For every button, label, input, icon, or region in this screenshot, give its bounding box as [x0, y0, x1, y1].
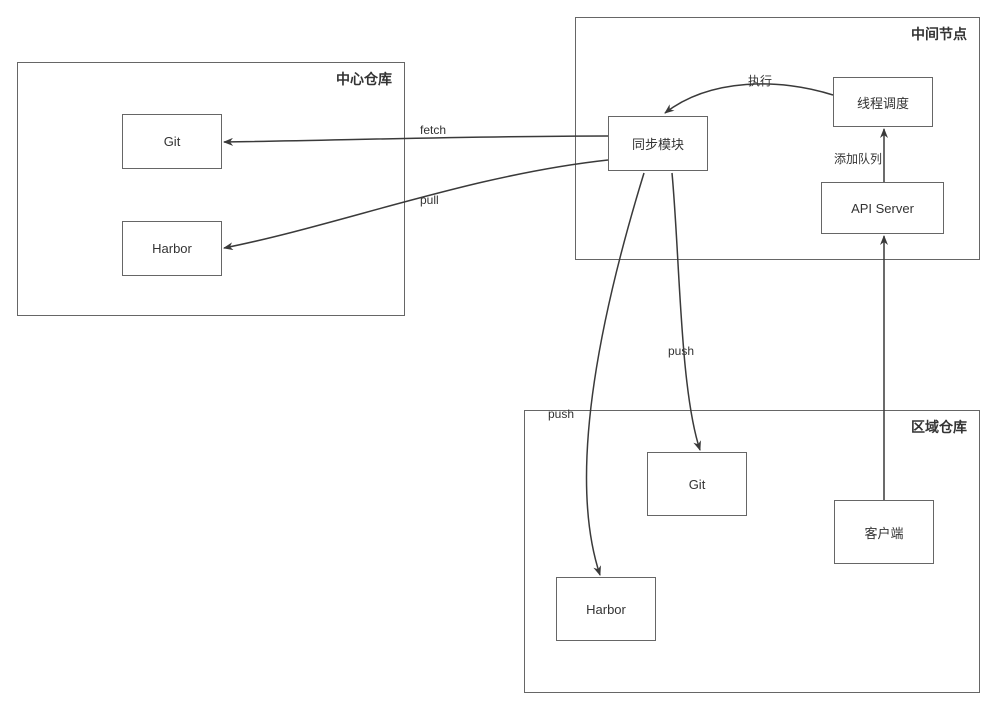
node-central-harbor: Harbor: [122, 221, 222, 276]
label-fetch: fetch: [420, 123, 446, 137]
node-api-server: API Server: [821, 182, 944, 234]
label-add-queue: 添加队列: [834, 150, 882, 167]
node-sync-module: 同步模块: [608, 116, 708, 171]
label-pull: pull: [420, 193, 439, 207]
title-middle-node: 中间节点: [911, 24, 967, 44]
container-central-repo: 中心仓库: [17, 62, 405, 316]
title-central-repo: 中心仓库: [336, 69, 392, 89]
node-client: 客户端: [834, 500, 934, 564]
label-push-harbor: push: [548, 407, 574, 421]
title-regional-repo: 区域仓库: [911, 417, 967, 437]
label-push-git: push: [668, 344, 694, 358]
node-thread-sched: 线程调度: [833, 77, 933, 127]
node-central-git: Git: [122, 114, 222, 169]
label-execute: 执行: [748, 72, 772, 89]
node-regional-git: Git: [647, 452, 747, 516]
node-regional-harbor: Harbor: [556, 577, 656, 641]
